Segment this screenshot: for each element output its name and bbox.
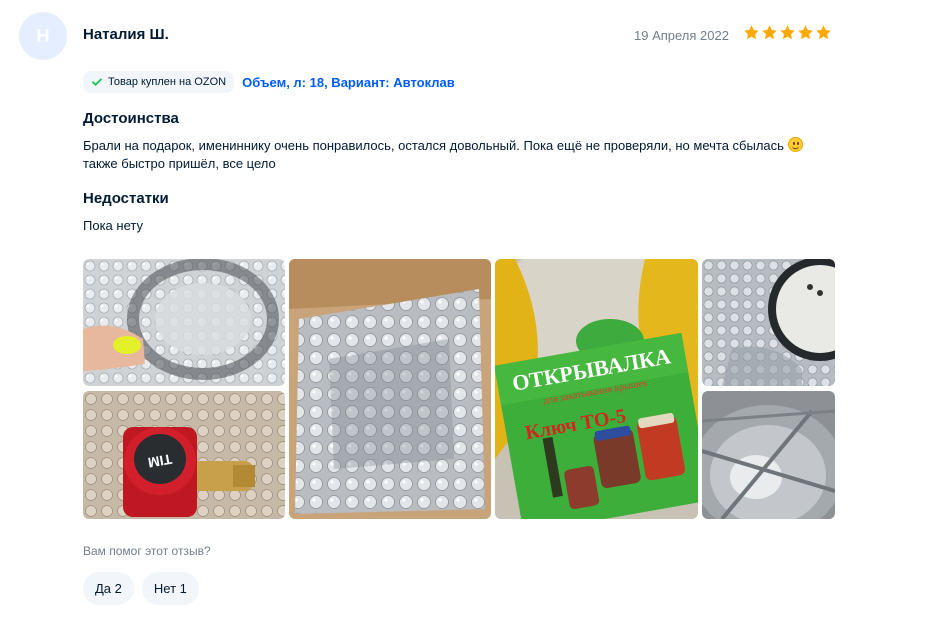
smile-emoji-icon — [787, 137, 803, 152]
avatar[interactable]: Н — [19, 12, 67, 60]
product-variant-link[interactable]: Объем, л: 18, Вариант: Автоклав — [242, 75, 455, 90]
avatar-initial: Н — [36, 25, 50, 46]
cons-text: Пока нету — [83, 218, 143, 233]
purchased-badge-label: Товар куплен на OZON — [108, 76, 227, 88]
review-photo[interactable] — [289, 259, 491, 519]
star-icon — [797, 24, 814, 41]
pros-title: Достоинства — [83, 110, 179, 127]
review-photo[interactable]: ОТКРЫВАЛКА для закатывания крышек Ключ Т… — [495, 259, 698, 519]
star-icon — [779, 24, 796, 41]
vote-buttons: Да 2 Нет 1 — [83, 572, 199, 605]
review-card: Н Наталия Ш. 19 Апреля 2022 Товар куплен… — [0, 0, 929, 633]
star-icon — [815, 24, 832, 41]
pros-text-line1: Брали на подарок, имениннику очень понра… — [83, 138, 788, 153]
rating-stars — [743, 24, 832, 41]
review-photo[interactable] — [702, 259, 835, 386]
photo-gallery: TIM ОТКРЫВАЛКА для закатывания крышек Кл… — [83, 259, 835, 519]
helpful-no-button[interactable]: Нет 1 — [141, 572, 199, 605]
purchased-on-ozon-badge: Товар куплен на OZON — [83, 71, 235, 93]
pros-text-line2: также быстро пришёл, все цело — [83, 156, 276, 171]
star-icon — [743, 24, 760, 41]
review-photo[interactable] — [702, 391, 835, 519]
check-icon — [91, 76, 103, 88]
star-icon — [761, 24, 778, 41]
author-name[interactable]: Наталия Ш. — [83, 26, 169, 43]
review-photo[interactable] — [83, 259, 285, 386]
cons-title: Недостатки — [83, 190, 169, 207]
helpful-question: Вам помог этот отзыв? — [83, 544, 211, 558]
pros-text: Брали на подарок, имениннику очень понра… — [83, 137, 843, 173]
purchase-info: Товар куплен на OZON Объем, л: 18, Вариа… — [83, 71, 455, 93]
review-photo[interactable]: TIM — [83, 391, 285, 519]
review-date: 19 Апреля 2022 — [634, 28, 729, 43]
helpful-yes-button[interactable]: Да 2 — [83, 572, 134, 605]
